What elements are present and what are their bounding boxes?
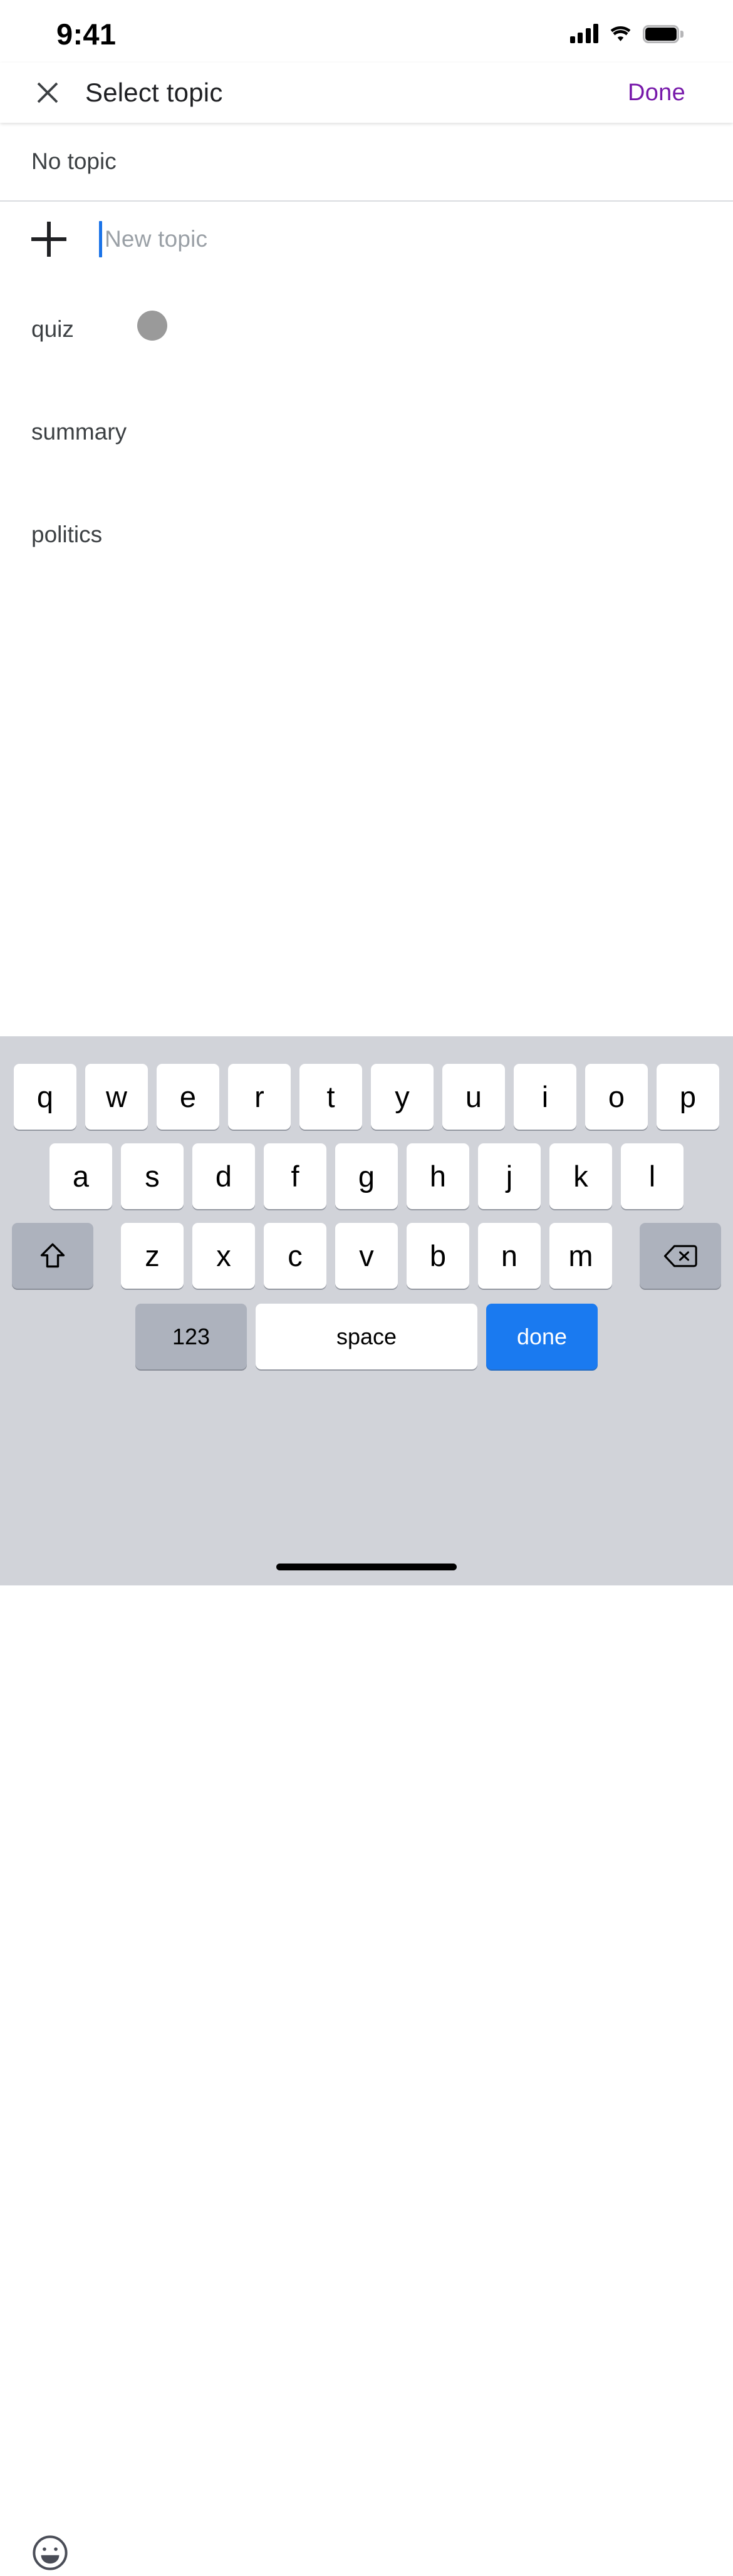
keyboard-done-key[interactable]: done <box>486 1304 598 1369</box>
text-caret <box>99 221 102 257</box>
numbers-key[interactable]: 123 <box>135 1304 247 1369</box>
key-o[interactable]: o <box>585 1064 648 1130</box>
space-key[interactable]: space <box>256 1304 477 1369</box>
key-f[interactable]: f <box>264 1143 326 1209</box>
home-indicator <box>276 1564 457 1570</box>
keyboard-row-1: qwertyuiop <box>0 1064 733 1130</box>
key-y[interactable]: y <box>371 1064 434 1130</box>
close-icon-glyph <box>37 82 58 103</box>
status-bar: 9:41 <box>0 0 733 63</box>
key-u[interactable]: u <box>442 1064 505 1130</box>
app-header: Select topic Done <box>0 63 733 123</box>
list-item[interactable]: politics <box>0 502 733 567</box>
new-topic-input[interactable]: New topic <box>99 217 207 262</box>
key-h[interactable]: h <box>407 1143 469 1209</box>
plus-icon[interactable] <box>31 222 66 257</box>
status-bar-time: 9:41 <box>56 17 117 51</box>
key-z[interactable]: z <box>121 1223 184 1289</box>
topic-label: quiz <box>31 316 74 342</box>
key-k[interactable]: k <box>549 1143 612 1209</box>
on-screen-keyboard: qwertyuiop asdfghjkl zxcvbnm 123 space d… <box>0 1036 733 2570</box>
topic-items: quiz summary politics <box>0 277 733 567</box>
key-q[interactable]: q <box>14 1064 76 1130</box>
key-a[interactable]: a <box>49 1143 112 1209</box>
keyboard-row-4: 123 space done <box>0 1304 733 1369</box>
key-p[interactable]: p <box>657 1064 719 1130</box>
key-d[interactable]: d <box>192 1143 255 1209</box>
key-b[interactable]: b <box>407 1223 469 1289</box>
list-item[interactable]: summary <box>0 399 733 465</box>
wifi-icon <box>610 26 631 41</box>
key-g[interactable]: g <box>335 1143 398 1209</box>
page-title: Select topic <box>85 78 223 107</box>
keyboard-row-3: zxcvbnm <box>0 1223 733 1289</box>
battery-full-icon <box>643 24 684 43</box>
close-icon[interactable] <box>31 76 64 109</box>
emoji-smiley-glyph <box>33 2535 68 2570</box>
key-j[interactable]: j <box>478 1143 541 1209</box>
emoji-smiley-icon[interactable] <box>30 2533 70 2573</box>
keyboard-row-2: asdfghjkl <box>0 1143 733 1209</box>
key-i[interactable]: i <box>514 1064 576 1130</box>
list-item-no-topic[interactable]: No topic <box>0 123 733 200</box>
key-l[interactable]: l <box>621 1143 684 1209</box>
key-v[interactable]: v <box>335 1223 398 1289</box>
key-n[interactable]: n <box>478 1223 541 1289</box>
shift-key[interactable] <box>12 1223 93 1289</box>
key-e[interactable]: e <box>157 1064 219 1130</box>
shift-icon <box>40 1243 65 1267</box>
topic-label: politics <box>31 522 103 547</box>
new-topic-placeholder: New topic <box>105 226 208 252</box>
cellular-signal-icon <box>569 24 598 43</box>
key-x[interactable]: x <box>192 1223 255 1289</box>
key-r[interactable]: r <box>228 1064 291 1130</box>
key-c[interactable]: c <box>264 1223 326 1289</box>
topic-list-area: No topic New topic quiz summary politics <box>0 123 733 1036</box>
status-bar-indicators <box>569 24 684 43</box>
key-w[interactable]: w <box>85 1064 148 1130</box>
no-topic-label: No topic <box>31 148 117 174</box>
keyboard-letters-row-3: zxcvbnm <box>121 1223 612 1289</box>
key-m[interactable]: m <box>549 1223 612 1289</box>
list-item[interactable]: quiz <box>0 297 733 362</box>
backspace-key[interactable] <box>640 1223 721 1289</box>
key-t[interactable]: t <box>299 1064 362 1130</box>
new-topic-row[interactable]: New topic <box>0 202 733 277</box>
key-s[interactable]: s <box>121 1143 184 1209</box>
done-button[interactable]: Done <box>628 80 685 106</box>
topic-label: summary <box>31 419 127 445</box>
touch-point <box>137 311 167 341</box>
backspace-icon <box>663 1244 697 1267</box>
